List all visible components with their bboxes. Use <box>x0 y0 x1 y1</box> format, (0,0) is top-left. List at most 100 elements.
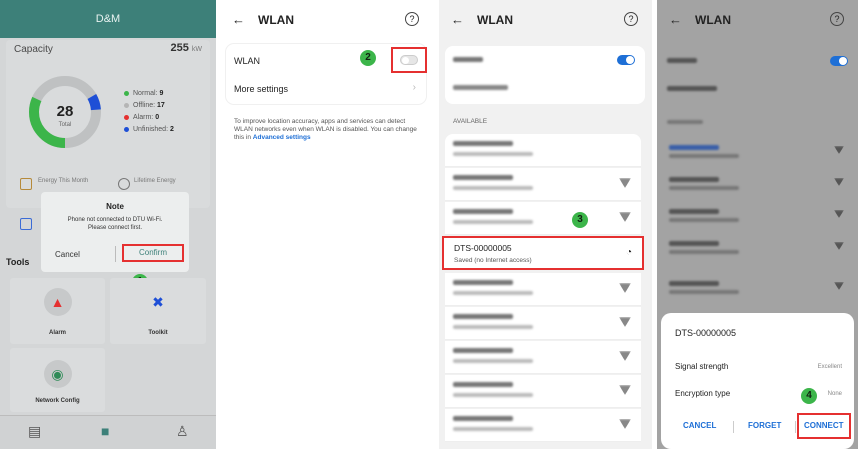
wlan-connect-panel: ← WLAN ? DTS-00000005 Signal strength Ex… <box>657 0 858 449</box>
wlan-toggle[interactable] <box>830 56 848 66</box>
help-icon[interactable]: ? <box>624 12 638 26</box>
encryption-type-value: None <box>827 391 842 397</box>
user-icon[interactable]: ♙ <box>176 423 189 440</box>
total-count: 28 <box>57 103 74 120</box>
page-title: WLAN <box>477 13 513 27</box>
wlan-label-blurred <box>453 57 483 62</box>
wifi-signal-icon: ◔ <box>625 247 632 258</box>
connect-button[interactable]: CONNECT <box>804 421 844 430</box>
legend-normal: Normal: 9 <box>124 88 174 100</box>
unfinished-dot-icon <box>124 126 129 132</box>
help-icon[interactable]: ? <box>405 12 419 26</box>
tools-heading: Tools <box>6 257 30 267</box>
signal-strength-label: Signal strength <box>675 362 729 371</box>
lifetime-icon <box>118 178 130 190</box>
dialog-title: Note <box>106 202 124 211</box>
back-arrow-icon[interactable]: ← <box>669 12 682 27</box>
energy-month-label: Energy This Month <box>38 178 89 184</box>
toolkit-tile-label: Toolkit <box>148 330 168 336</box>
status-donut-chart: 28 Total <box>29 76 101 148</box>
sheet-title: DTS-00000005 <box>675 328 737 338</box>
dialog-message: Phone not connected to DTU Wi-Fi. Please … <box>67 217 163 231</box>
wlan-header: ← WLAN ? <box>220 0 433 40</box>
network-item[interactable] <box>665 234 850 260</box>
building-icon <box>20 218 32 230</box>
note-dialog: Note Phone not connected to DTU Wi-Fi. Pl… <box>41 192 189 272</box>
button-divider <box>733 421 734 433</box>
button-divider <box>795 421 796 433</box>
network-item[interactable] <box>445 341 641 374</box>
connect-sheet: DTS-00000005 Signal strength Excellent E… <box>661 313 854 449</box>
dialog-cancel-button[interactable]: Cancel <box>55 250 80 259</box>
step-3-badge: 3 <box>572 212 588 228</box>
total-label: Total <box>59 122 72 128</box>
advanced-settings-link[interactable]: Advanced settings <box>253 134 311 141</box>
wlan-toggle[interactable] <box>400 55 418 65</box>
page-title: WLAN <box>695 13 731 27</box>
network-name: DTS-00000005 <box>454 243 512 253</box>
toolkit-icon: ✖ <box>152 294 164 310</box>
network-item[interactable] <box>665 138 850 164</box>
network-item[interactable] <box>445 375 641 408</box>
app-header: D&M <box>0 0 216 38</box>
wifi-icon <box>619 317 631 327</box>
network-item[interactable] <box>665 202 850 228</box>
wlan-card: WLAN More settings › <box>226 44 427 104</box>
alarm-dot-icon <box>124 114 129 120</box>
wifi-icon <box>619 351 631 361</box>
selected-network-item[interactable]: DTS-00000005 Saved (no Internet access) … <box>442 236 644 270</box>
normal-dot-icon <box>124 90 129 96</box>
network-item[interactable] <box>445 168 641 201</box>
alarm-tile-label: Alarm <box>48 330 66 336</box>
wlan-header: ← WLAN ? <box>439 0 652 40</box>
step-4-badge: 4 <box>801 388 817 404</box>
wifi-config-icon: ◉ <box>43 360 72 388</box>
cancel-button[interactable]: CANCEL <box>683 421 716 430</box>
forget-button[interactable]: FORGET <box>748 421 781 430</box>
grid-icon[interactable]: ▤ <box>28 423 41 440</box>
more-settings-blurred[interactable] <box>667 86 717 91</box>
available-heading-blurred <box>667 120 703 124</box>
help-icon[interactable]: ? <box>830 12 844 26</box>
available-heading: AVAILABLE <box>453 118 488 125</box>
network-item[interactable] <box>665 274 850 300</box>
wlan-label-blurred <box>667 58 697 63</box>
wlan-toggle[interactable] <box>617 55 635 65</box>
network-item[interactable] <box>445 273 641 306</box>
dialog-divider <box>115 246 116 262</box>
wlan-card <box>445 46 645 104</box>
wifi-icon <box>619 178 631 188</box>
encryption-type-label: Encryption type <box>675 389 731 398</box>
back-arrow-icon[interactable]: ← <box>451 12 464 27</box>
lifetime-energy-label: Lifetime Energy <box>134 178 176 184</box>
wlan-header: ← WLAN ? <box>657 0 858 40</box>
bottom-nav: ▤ ■ ♙ <box>0 415 216 449</box>
apps-icon[interactable]: ■ <box>101 423 109 439</box>
signal-strength-value: Excellent <box>817 364 842 370</box>
alarm-tile[interactable]: ▲ Alarm <box>10 278 105 344</box>
status-legend: Normal: 9 Offline: 17 Alarm: 0 Unfinishe… <box>124 88 174 136</box>
network-item[interactable] <box>445 409 641 442</box>
capacity-value: 255 kW <box>170 42 202 54</box>
wifi-icon <box>619 419 631 429</box>
offline-dot-icon <box>124 102 129 108</box>
network-item[interactable] <box>445 202 641 235</box>
page-title: WLAN <box>258 13 294 27</box>
legend-unfinished: Unfinished: 2 <box>124 124 174 136</box>
more-settings-link[interactable]: More settings <box>234 84 433 94</box>
dm-app-panel: D&M Capacity 255 kW 28 Total Normal: 9 O… <box>0 0 216 449</box>
network-item[interactable] <box>445 307 641 340</box>
network-status: Saved (no Internet access) <box>454 257 532 264</box>
toolkit-tile[interactable]: ✖ Toolkit <box>110 278 206 344</box>
back-arrow-icon[interactable]: ← <box>232 12 245 27</box>
network-config-label: Network Config <box>35 398 80 404</box>
wlan-help-text: To improve location accuracy, apps and s… <box>234 118 417 141</box>
network-config-tile[interactable]: ◉ Network Config <box>10 348 105 412</box>
network-item[interactable] <box>445 134 641 167</box>
alarm-bell-icon: ▲ <box>43 288 72 316</box>
wifi-icon <box>619 283 631 293</box>
legend-alarm: Alarm: 0 <box>124 112 174 124</box>
more-settings-blurred[interactable] <box>453 85 508 90</box>
network-item[interactable] <box>665 170 850 196</box>
dialog-confirm-button[interactable]: Confirm <box>122 244 184 262</box>
